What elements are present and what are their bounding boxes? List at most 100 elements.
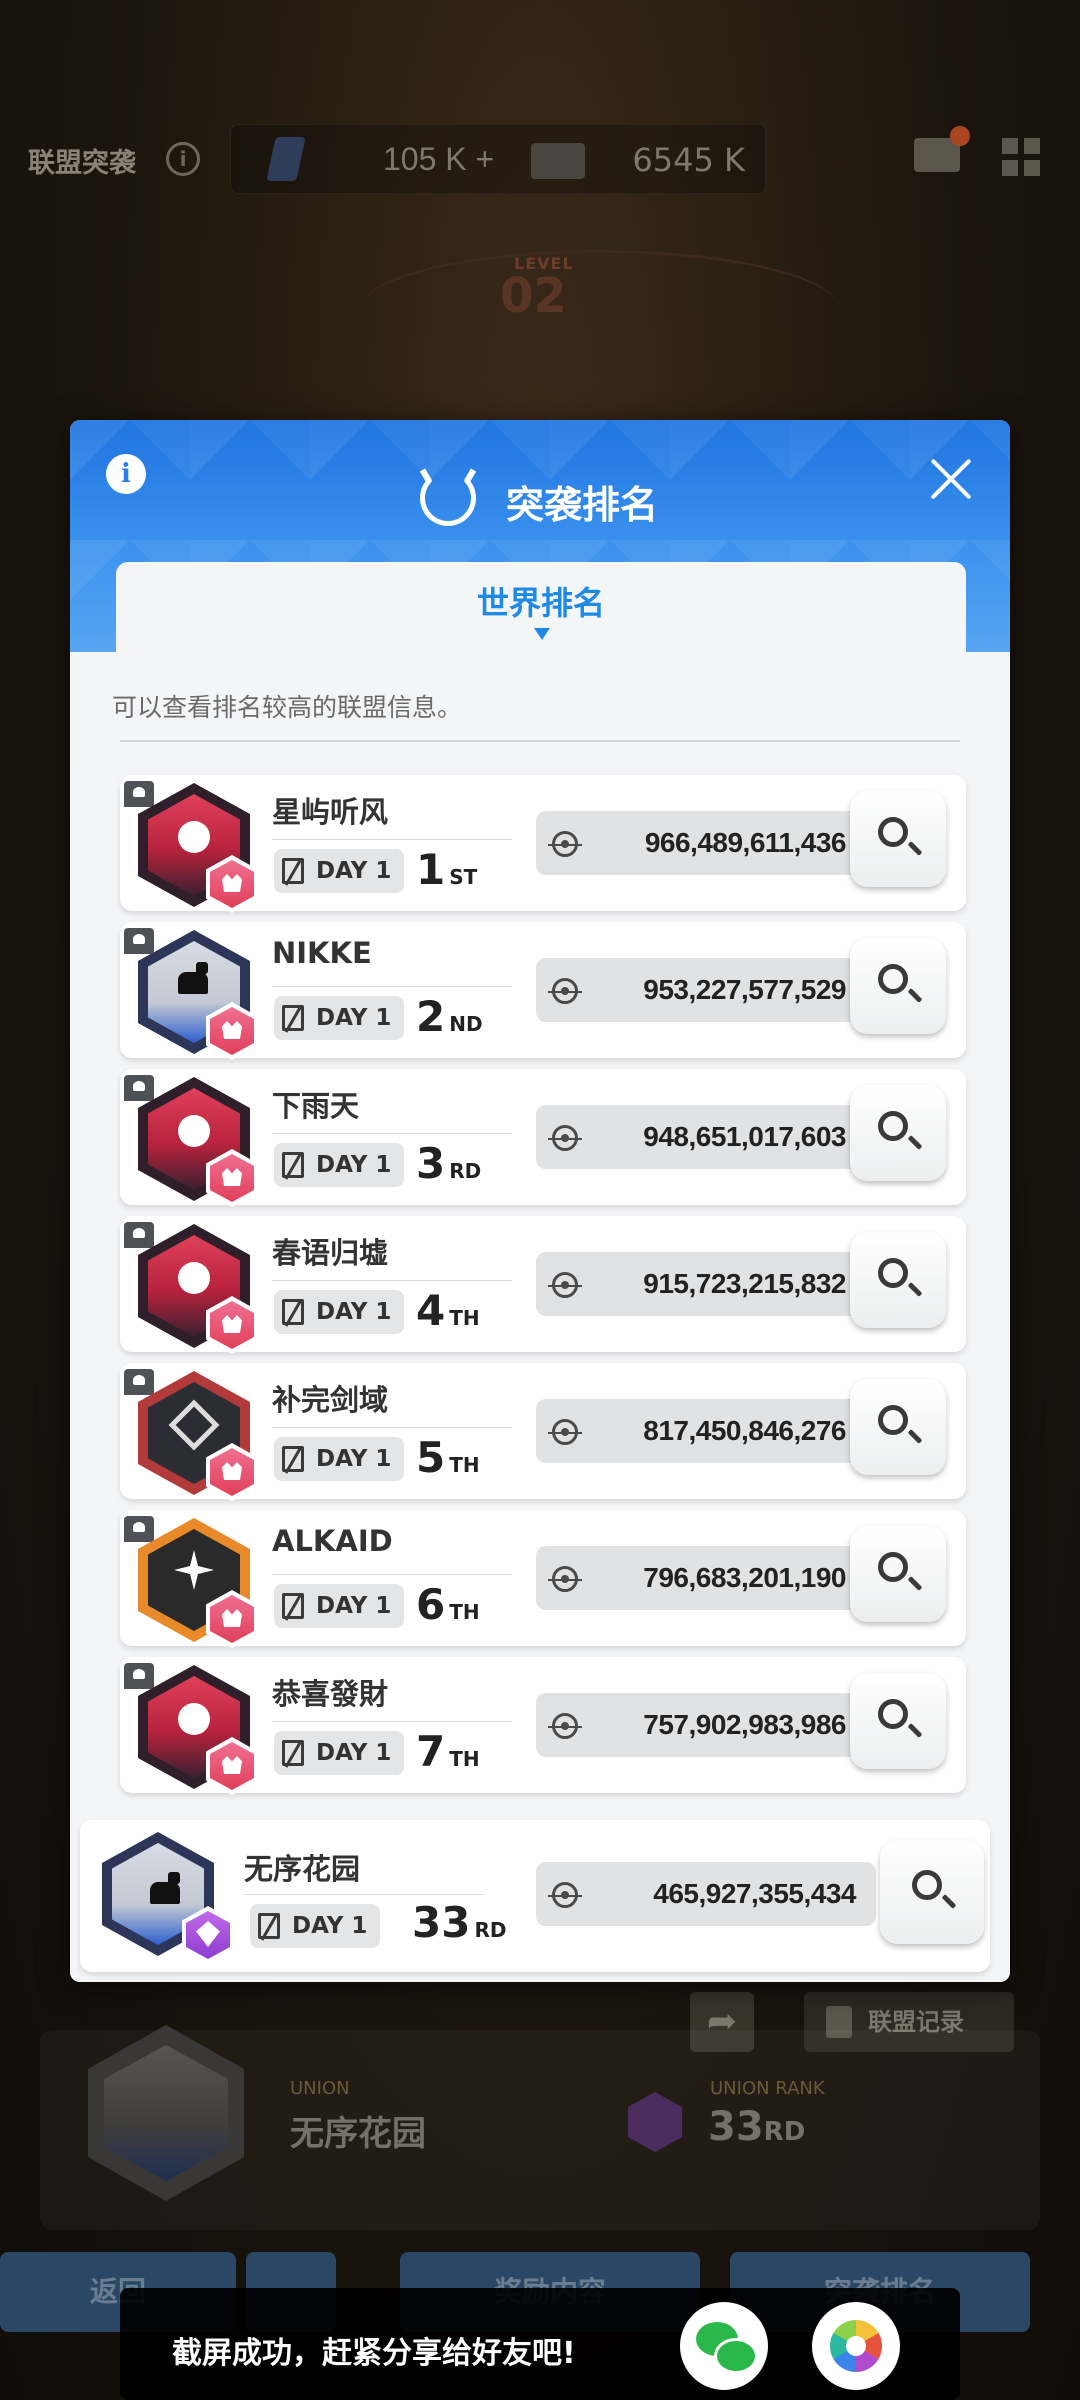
search-button[interactable]	[850, 1673, 946, 1769]
search-button[interactable]	[850, 1085, 946, 1181]
day-text: DAY 1	[316, 858, 392, 884]
union-name: ALKAID	[272, 1524, 393, 1558]
divider	[272, 1721, 512, 1722]
union-name: 无序花园	[290, 2114, 426, 2154]
close-icon[interactable]	[928, 456, 974, 502]
divider	[272, 1427, 512, 1428]
score-pill: 948,651,017,603	[536, 1105, 866, 1169]
day-text: DAY 1	[316, 1740, 392, 1766]
ranking-modal: i 突袭排名 世界排名 可以查看排名较高的联盟信息。 星屿听风 DAY 1 1S…	[70, 420, 1010, 1982]
menu-grid-icon[interactable]	[1002, 138, 1040, 176]
day-pill: DAY 1	[274, 1584, 404, 1628]
day-pill: DAY 1	[274, 1290, 404, 1334]
score-value: 948,651,017,603	[643, 1121, 846, 1152]
divider	[272, 1280, 512, 1281]
sun-icon	[178, 1262, 210, 1294]
toast-message: 截屏成功，赶紧分享给好友吧!	[172, 2336, 576, 2371]
camera-share-icon[interactable]	[812, 2302, 900, 2390]
day-pill: DAY 1	[274, 849, 404, 893]
score-value: 966,489,611,436	[644, 827, 847, 858]
target-icon	[548, 1125, 582, 1151]
union-name: 星屿听风	[272, 795, 389, 829]
score-value: 465,927,355,434	[653, 1878, 856, 1909]
rank-number: 6 TH	[416, 1580, 480, 1629]
search-button[interactable]	[850, 1526, 946, 1622]
search-icon	[878, 1552, 908, 1582]
search-button[interactable]	[850, 1232, 946, 1328]
cat-icon	[178, 962, 208, 994]
target-icon	[548, 1713, 582, 1739]
sun-icon	[178, 821, 210, 853]
day-text: DAY 1	[316, 1593, 392, 1619]
union-name: NIKKE	[272, 936, 372, 970]
day-pill: DAY 1	[274, 996, 404, 1040]
rank-number: 33 RD	[412, 1898, 507, 1947]
score-pill: 966,489,611,436	[536, 811, 866, 875]
ranking-row: ALKAID DAY 1 6 TH 796,683,201,190	[120, 1510, 966, 1648]
sun-icon	[178, 1703, 210, 1735]
score-value: 915,723,215,832	[643, 1268, 846, 1299]
resource-bar: 105 K + 6545 K	[230, 124, 766, 194]
search-button[interactable]	[850, 938, 946, 1034]
bookmark-icon	[124, 1516, 154, 1542]
resource-1-value[interactable]: 105 K +	[383, 141, 494, 178]
day-icon	[282, 1740, 304, 1766]
score-pill: 915,723,215,832	[536, 1252, 866, 1316]
resource-2-value: 6545 K	[632, 141, 745, 179]
score-value: 953,227,577,529	[643, 974, 846, 1005]
description-text: 可以查看排名较高的联盟信息。	[112, 693, 463, 722]
ranking-row: 下雨天 DAY 1 3 RD 948,651,017,603	[120, 1069, 966, 1207]
union-name: 下雨天	[272, 1089, 360, 1123]
bookmark-icon	[124, 1369, 154, 1395]
ranking-row: 春语归墟 DAY 1 4 TH 915,723,215,832	[120, 1216, 966, 1354]
chest-icon	[531, 143, 585, 179]
day-icon	[282, 1446, 304, 1472]
target-icon	[548, 831, 582, 857]
search-button[interactable]	[850, 791, 946, 887]
rank-number: 3 RD	[416, 1139, 482, 1188]
rank-number: 2 ND	[416, 992, 483, 1041]
union-name: 补完剑域	[272, 1383, 389, 1417]
union-rank-value: 33RD	[708, 2104, 806, 2150]
ranking-row: 恭喜發財 DAY 1 7 TH 757,902,983,986	[120, 1657, 966, 1795]
rank-number: 4 TH	[416, 1286, 480, 1335]
ranking-row: 星屿听风 DAY 1 1 ST 966,489,611,436	[120, 775, 966, 913]
search-icon	[878, 817, 908, 847]
score-pill: 817,450,846,276	[536, 1399, 866, 1463]
laurel-icon	[420, 470, 476, 526]
union-name: 无序花园	[244, 1852, 361, 1886]
crystal-icon	[266, 137, 306, 181]
divider	[272, 986, 512, 987]
level-emblem: LEVEL 02	[470, 220, 610, 350]
info-icon[interactable]: i	[166, 142, 200, 176]
rank-number: 5 TH	[416, 1433, 480, 1482]
bookmark-icon	[124, 1075, 154, 1101]
divider	[244, 1894, 484, 1895]
score-pill: 465,927,355,434	[536, 1862, 876, 1926]
score-value: 757,902,983,986	[643, 1709, 846, 1740]
search-button[interactable]	[880, 1840, 984, 1944]
target-icon	[548, 978, 582, 1004]
divider	[272, 1133, 512, 1134]
day-icon	[258, 1913, 280, 1939]
modal-header: i 突袭排名 世界排名	[70, 420, 1010, 672]
search-icon	[878, 1111, 908, 1141]
day-icon	[282, 1299, 304, 1325]
union-rank-label: UNION RANK	[710, 2078, 825, 2099]
search-icon	[878, 1258, 908, 1288]
cat-icon	[150, 1872, 180, 1904]
target-icon	[548, 1566, 582, 1592]
search-button[interactable]	[850, 1379, 946, 1475]
ranking-row: NIKKE DAY 1 2 ND 953,227,577,529	[120, 922, 966, 1060]
search-icon	[878, 1405, 908, 1435]
day-pill: DAY 1	[274, 1437, 404, 1481]
day-text: DAY 1	[316, 1446, 392, 1472]
level-value: 02	[500, 268, 567, 324]
info-icon[interactable]: i	[106, 454, 146, 494]
wechat-share-icon[interactable]	[680, 2302, 768, 2390]
target-icon	[548, 1882, 582, 1908]
notification-dot	[950, 126, 970, 146]
target-icon	[548, 1272, 582, 1298]
union-name: 春语归墟	[272, 1236, 389, 1270]
sun-icon	[178, 1115, 210, 1147]
